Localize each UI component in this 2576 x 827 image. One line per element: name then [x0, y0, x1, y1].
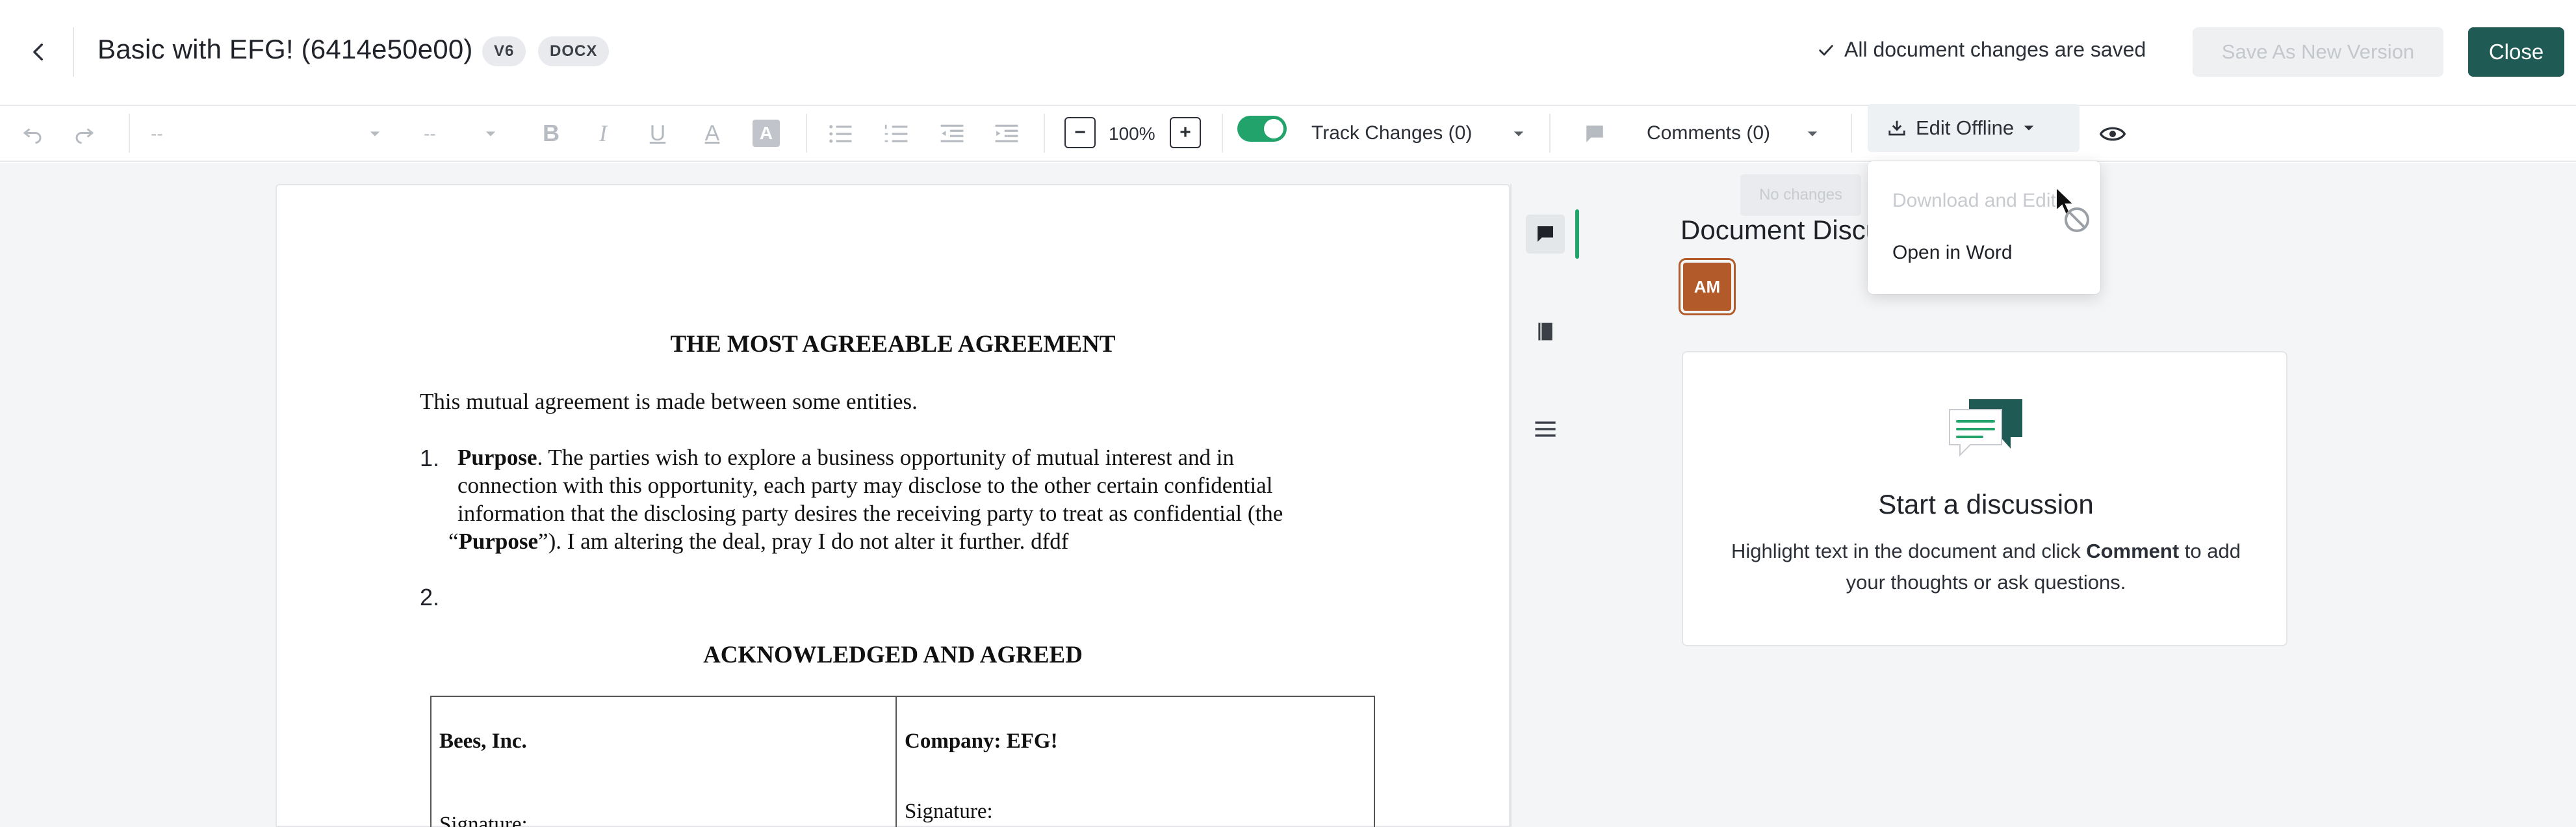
document-rail-divider [1510, 184, 1512, 827]
save-as-new-version-button[interactable]: Save As New Version [2193, 27, 2443, 77]
clause-1-line-3: information that the disclosing party de… [457, 501, 1283, 526]
redo-icon [75, 128, 94, 144]
clause-2-number: 2. [420, 584, 440, 610]
preview-button[interactable] [2096, 120, 2129, 148]
clause-1-text: Purpose. The parties wish to explore a b… [448, 443, 1367, 555]
zoom-level: 100% [1109, 124, 1155, 144]
numbered-list-icon [884, 124, 908, 142]
bulleted-list-button[interactable] [825, 120, 855, 148]
zoom-out-label: − [1064, 117, 1096, 148]
menu-item-download-and-edit[interactable]: Download and Edit [1892, 190, 2056, 212]
numbered-list-button[interactable] [881, 120, 911, 148]
signature-left-label: Signature: [439, 813, 528, 827]
signature-table-divider [895, 696, 897, 827]
start-discussion-card: Start a discussion Highlight text in the… [1682, 351, 2287, 646]
toolbar-separator [1549, 114, 1551, 153]
list-icon [1535, 421, 1556, 437]
clause-1-line-2: connection with this opportunity, each p… [457, 473, 1273, 498]
clause-1-line-4: ”). I am altering the deal, pray I do no… [538, 529, 1069, 554]
zoom-out-button[interactable]: − [1064, 117, 1096, 148]
increase-indent-button[interactable] [992, 120, 1022, 148]
book-icon [1538, 322, 1552, 341]
close-button[interactable]: Close [2468, 27, 2564, 77]
underline-button[interactable]: U [643, 117, 672, 150]
start-discussion-body-text: Highlight text in the document and click [1731, 540, 2087, 562]
add-comment-button[interactable] [1580, 120, 1609, 148]
outline-panel-button[interactable] [1526, 410, 1565, 449]
decrease-indent-button[interactable] [937, 120, 967, 148]
signature-right-label: Signature: [905, 800, 993, 823]
undo-icon [23, 128, 42, 144]
clause-1-number: 1. [420, 445, 440, 471]
font-color-button[interactable]: A [698, 117, 727, 150]
start-discussion-body: Highlight text in the document and click… [1709, 536, 2263, 598]
italic-button[interactable]: I [589, 117, 617, 150]
edit-offline-label: Edit Offline [1916, 116, 2015, 139]
acknowledged-heading: ACKNOWLEDGED AND AGREED [703, 642, 1083, 668]
toolbar-separator [129, 114, 130, 153]
clause-1-open-quote: “ [448, 529, 459, 554]
editor-toolbar [0, 106, 2576, 162]
bullet-list-icon [829, 125, 852, 143]
discussion-panel-button[interactable] [1526, 215, 1565, 254]
undo-button[interactable] [18, 120, 47, 148]
comment-keyword: Comment [2086, 540, 2180, 562]
signature-table [430, 696, 1375, 827]
zoom-in-button[interactable]: + [1170, 117, 1201, 148]
title-divider [73, 27, 74, 77]
avatar[interactable]: AM [1681, 260, 1734, 313]
chevron-left-icon [33, 43, 43, 61]
chevron-down-icon [2024, 125, 2034, 131]
comments-dropdown-icon[interactable] [1803, 121, 1822, 147]
toolbar-separator [1851, 114, 1852, 153]
comment-icon [1586, 125, 1603, 142]
title-bar: Basic with EFG! (6414e50e00) V6 DOCX All… [0, 0, 2576, 106]
toolbar-separator [1222, 114, 1223, 153]
track-changes-label[interactable]: Track Changes (0) [1311, 117, 1472, 150]
track-changes-dropdown-icon[interactable] [1509, 121, 1528, 147]
back-button[interactable] [13, 26, 65, 78]
indent-icon [995, 124, 1018, 142]
save-status-text: All document changes are saved [1844, 38, 2146, 61]
bookmark-panel-button[interactable] [1526, 312, 1565, 351]
track-changes-toggle[interactable] [1237, 116, 1287, 142]
outdent-icon [940, 124, 964, 142]
font-size-dropdown-icon [481, 121, 500, 147]
edit-offline-button[interactable]: Edit Offline [1868, 104, 2080, 152]
clause-1-term: Purpose [457, 445, 537, 470]
format-badge: DOCX [538, 36, 610, 66]
clause-1-defined-term: Purpose [458, 529, 539, 554]
highlight-button[interactable]: A [753, 120, 780, 147]
active-rail-indicator [1575, 209, 1579, 259]
zoom-in-label: + [1170, 117, 1201, 148]
bold-button[interactable]: B [537, 117, 565, 150]
toolbar-separator [806, 114, 807, 153]
not-allowed-cursor-icon [2055, 186, 2089, 232]
redo-button[interactable] [70, 120, 99, 148]
discussion-icon [1949, 399, 2022, 457]
clause-1-line-1: . The parties wish to explore a business… [537, 445, 1235, 470]
disabled-tooltip: No changes [1740, 174, 1861, 216]
version-badge: V6 [482, 36, 526, 66]
font-family-select[interactable]: -- [151, 121, 163, 147]
toolbar-separator [1044, 114, 1045, 153]
save-status: All document changes are saved [1817, 38, 2146, 62]
document-heading: THE MOST AGREEABLE AGREEMENT [670, 331, 1116, 358]
menu-item-open-in-word[interactable]: Open in Word [1892, 242, 2013, 264]
font-family-dropdown-icon [365, 121, 385, 147]
checkmark-icon [1819, 44, 1833, 55]
download-icon [1888, 120, 1905, 136]
start-discussion-title: Start a discussion [1878, 489, 2094, 519]
party-right-name: Company: EFG! [905, 729, 1058, 753]
document-intro: This mutual agreement is made between so… [420, 389, 918, 414]
comment-icon [1538, 226, 1553, 242]
document-title: Basic with EFG! (6414e50e00) [97, 34, 473, 64]
comments-label[interactable]: Comments (0) [1647, 117, 1770, 150]
font-size-select[interactable]: -- [424, 121, 436, 147]
party-left-name: Bees, Inc. [439, 729, 527, 753]
eye-icon [2100, 127, 2126, 141]
